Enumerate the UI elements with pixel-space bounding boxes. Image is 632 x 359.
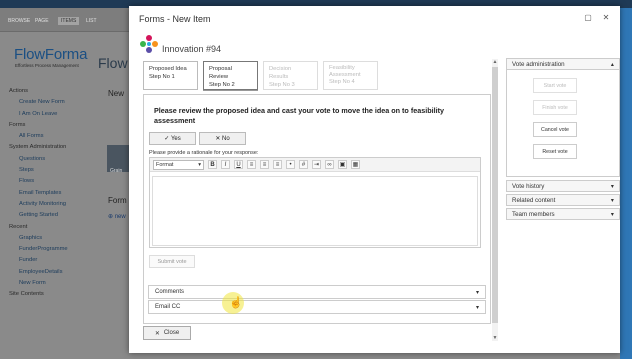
nav-link[interactable]: New Form	[9, 280, 99, 291]
chevron-down-icon: ▾	[610, 210, 614, 218]
new-item-dialog: Forms - New Item ▢ ✕ Innovation #94 Prop…	[129, 6, 620, 353]
scroll-up-icon[interactable]: ▲	[492, 59, 498, 65]
finish-vote-button: Finish vote	[533, 100, 577, 115]
rationale-textarea[interactable]	[152, 176, 478, 246]
dropdown-caret-icon: ▾	[198, 161, 201, 168]
nav-heading[interactable]: Actions	[9, 88, 99, 99]
rationale-label: Please provide a rationale for your resp…	[149, 150, 259, 156]
check-icon: ✓	[164, 136, 170, 142]
close-button[interactable]: ✕ Close	[143, 326, 191, 340]
chevron-down-icon: ▾	[610, 182, 614, 190]
nav-link[interactable]: FunderProgramme	[9, 246, 99, 257]
chevron-down-icon: ▾	[475, 304, 479, 311]
editor-toolbar: Format ▾ B I U ≡ ≡ ≡ • # ⇥ ∞ ▣ ▦	[150, 158, 480, 172]
form-logo-icon	[140, 35, 158, 53]
table-icon[interactable]: ▦	[351, 160, 360, 169]
nav-heading[interactable]: System Administration	[9, 144, 99, 155]
chevron-down-icon: ▾	[475, 289, 479, 296]
plus-circle-icon: ⊕	[108, 214, 114, 220]
numbered-list-icon[interactable]: #	[299, 160, 308, 169]
step-tab-3: Decision Results Step No 3	[263, 61, 318, 90]
nav-link[interactable]: Email Templates	[9, 190, 99, 201]
nav-link[interactable]: Getting Started	[9, 212, 99, 223]
nav-link[interactable]: Funder	[9, 257, 99, 268]
dialog-scrollbar[interactable]: ▲ ▼	[492, 59, 498, 341]
vote-no-button[interactable]: ✕ No	[199, 132, 246, 145]
bullet-list-icon[interactable]: •	[286, 160, 295, 169]
hand-cursor-icon: ☝	[229, 297, 243, 309]
step-tab-2[interactable]: Proposal Review Step No 2	[203, 61, 258, 90]
step-tab-1[interactable]: Proposed Idea Step No 1	[143, 61, 198, 90]
align-right-icon[interactable]: ≡	[273, 160, 282, 169]
new-heading-fragment: New	[108, 89, 125, 98]
nav-link[interactable]: Graphics	[9, 235, 99, 246]
page-title-fragment: Flow	[98, 55, 128, 71]
vote-history-header[interactable]: Vote history ▾	[506, 180, 620, 192]
chevron-down-icon: ▾	[610, 196, 614, 204]
scroll-down-icon[interactable]: ▼	[492, 335, 498, 341]
nav-heading[interactable]: Recent	[9, 224, 99, 235]
step-tabs: Proposed Idea Step No 1 Proposal Review St…	[143, 61, 378, 90]
nav-link[interactable]: Questions	[9, 156, 99, 167]
indent-icon[interactable]: ⇥	[312, 160, 321, 169]
align-center-icon[interactable]: ≡	[260, 160, 269, 169]
vote-yes-button[interactable]: ✓ Yes	[149, 132, 196, 145]
align-left-icon[interactable]: ≡	[247, 160, 256, 169]
logo-tagline: Effortless Process Management	[15, 63, 79, 68]
close-icon[interactable]: ✕	[600, 12, 612, 24]
nav-link[interactable]: Activity Monitoring	[9, 201, 99, 212]
start-vote-button: Start vote	[533, 78, 577, 93]
nav-link[interactable]: I Am On Leave	[9, 111, 99, 122]
ribbon-tab-items[interactable]: ITEMS	[58, 17, 80, 25]
chevron-up-icon: ▴	[610, 60, 614, 68]
vote-administration-header[interactable]: Vote administration ▴	[506, 58, 620, 70]
email-cc-section[interactable]: Email CC ▾	[148, 300, 486, 314]
x-icon: ✕	[215, 136, 221, 142]
underline-icon[interactable]: U	[234, 160, 243, 169]
quick-launch-nav: Actions Create New Form I Am On Leave Forms…	[9, 88, 99, 303]
form-name: Innovation #94	[162, 44, 222, 54]
italic-icon[interactable]: I	[221, 160, 230, 169]
vote-administration-panel: Vote administration ▴ Start vote Finish v…	[506, 58, 620, 177]
forms-heading-fragment: Form	[108, 196, 127, 205]
ribbon-tab-browse[interactable]: BROWSE	[8, 18, 30, 24]
ribbon-tab-list[interactable]: LIST	[86, 18, 97, 24]
dialog-title: Forms - New Item	[139, 14, 211, 24]
reset-vote-button[interactable]: Reset vote	[533, 144, 577, 159]
close-icon: ✕	[154, 330, 160, 337]
rationale-editor: Format ▾ B I U ≡ ≡ ≡ • # ⇥ ∞ ▣ ▦	[149, 157, 481, 248]
format-select[interactable]: Format ▾	[153, 159, 204, 170]
nav-heading[interactable]: Site Contents	[9, 291, 99, 302]
maximize-icon[interactable]: ▢	[582, 12, 594, 24]
new-item-link[interactable]: ⊕ new	[108, 213, 126, 220]
image-icon[interactable]: ▣	[338, 160, 347, 169]
nav-link[interactable]: All Forms	[9, 133, 99, 144]
ribbon-tab-page[interactable]: PAGE	[35, 18, 49, 24]
scrollbar-thumb[interactable]	[492, 67, 498, 323]
nav-link[interactable]: Create New Form	[9, 99, 99, 110]
grain-label: Grain	[110, 168, 123, 174]
submit-vote-button: Submit vote	[149, 255, 195, 268]
flowforma-logo: FlowForma	[14, 46, 88, 63]
related-content-header[interactable]: Related content ▾	[506, 194, 620, 206]
nav-link[interactable]: EmployeeDetails	[9, 269, 99, 280]
background-right-edge	[620, 8, 632, 359]
cancel-vote-button[interactable]: Cancel vote	[533, 122, 577, 137]
team-members-header[interactable]: Team members ▾	[506, 208, 620, 220]
nav-heading[interactable]: Forms	[9, 122, 99, 133]
vote-instruction: Please review the proposed idea and cast…	[154, 106, 444, 125]
bold-icon[interactable]: B	[208, 160, 217, 169]
step-tab-4: Feasibility Assessment Step No 4	[323, 61, 378, 90]
comments-section[interactable]: Comments ▾	[148, 285, 486, 299]
nav-link[interactable]: Flows	[9, 178, 99, 189]
nav-link[interactable]: Steps	[9, 167, 99, 178]
link-icon[interactable]: ∞	[325, 160, 334, 169]
